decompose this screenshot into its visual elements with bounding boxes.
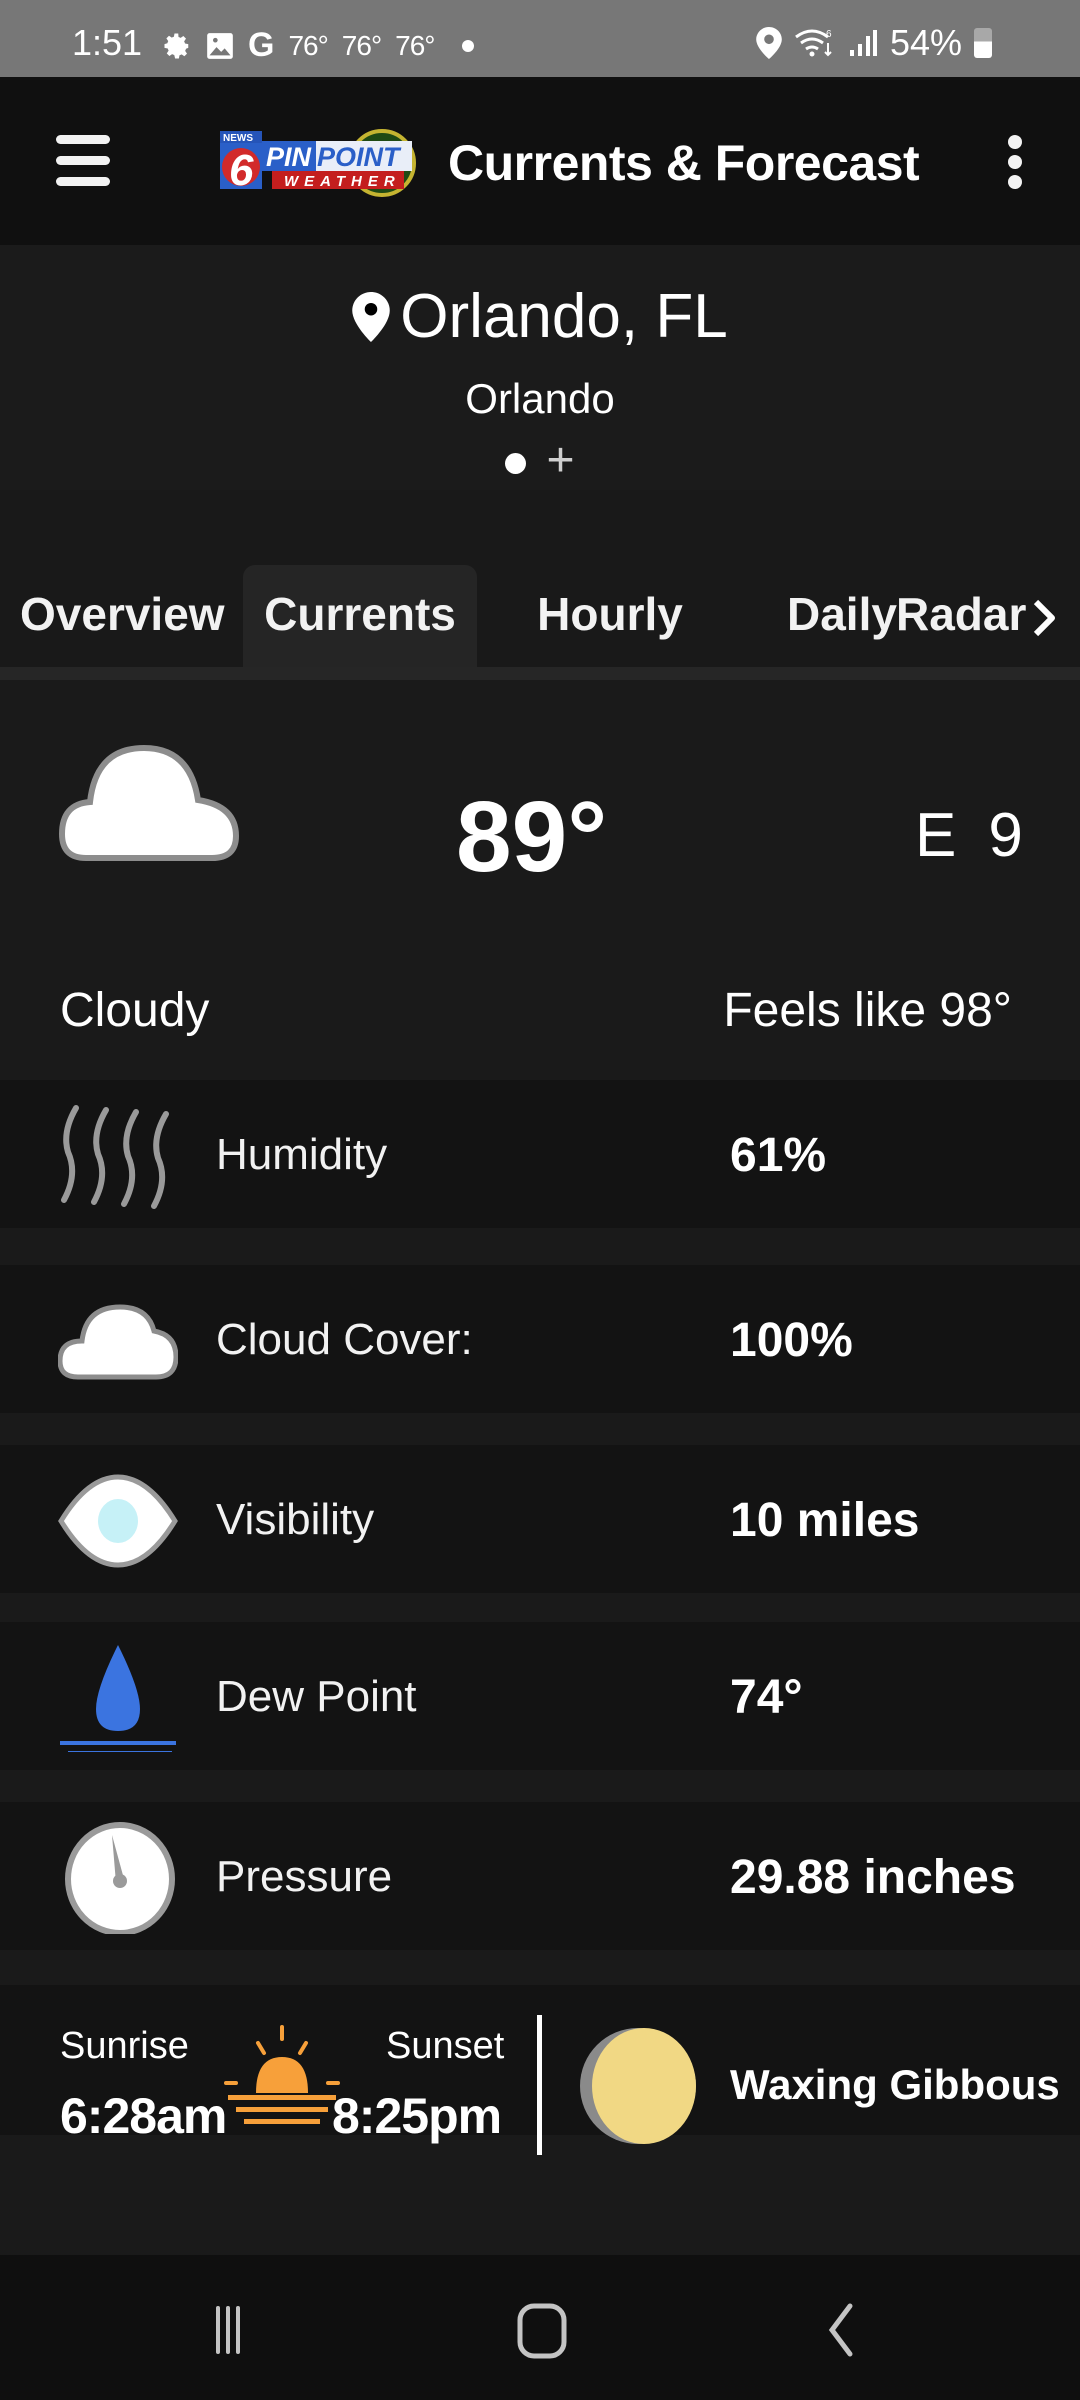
google-icon: G	[248, 26, 275, 64]
battery-icon	[974, 28, 992, 58]
detail-value: 10 miles	[730, 1494, 920, 1547]
tab-bar: Overview Currents Hourly Daily Radar	[0, 490, 1080, 667]
home-icon[interactable]	[502, 2300, 582, 2360]
svg-text:WEATHER: WEATHER	[284, 173, 401, 190]
tab-label: Hourly	[537, 588, 683, 640]
eye-icon	[58, 1474, 178, 1568]
current-conditions: 89° E9 Cloudy Feels like 98°	[0, 680, 1080, 1080]
sunrise-time: 6:28am	[60, 2088, 227, 2144]
sunrise-label: Sunrise	[60, 2025, 189, 2067]
location-pin-icon	[352, 291, 391, 342]
cloud-icon	[58, 1304, 178, 1380]
svg-text:6: 6	[826, 29, 832, 40]
system-nav-bar	[0, 2255, 1080, 2400]
sunset-icon	[224, 2025, 340, 2124]
add-location-button[interactable]: +	[546, 437, 574, 485]
cloud-icon	[58, 744, 240, 861]
detail-row-dew-point: Dew Point 74°	[0, 1622, 1080, 1770]
detail-label: Pressure	[216, 1852, 393, 1901]
current-temperature: 89°	[456, 781, 608, 893]
moon-phase-icon	[580, 2028, 696, 2144]
detail-value: 100%	[730, 1314, 853, 1367]
wifi-icon: 6	[795, 29, 832, 57]
more-vertical-icon[interactable]	[1004, 135, 1026, 189]
condition-text: Cloudy	[60, 984, 210, 1037]
feels-like: Feels like 98°	[723, 984, 1012, 1037]
back-icon[interactable]	[800, 2300, 880, 2360]
svg-text:PIN: PIN	[266, 142, 312, 172]
pinpoint-weather-logo: NEWS 6 PIN POINT WEATHER	[220, 129, 416, 197]
wind-speed: 9	[988, 801, 1027, 870]
tab-label: Radar	[896, 588, 1027, 640]
tab-label: Overview	[20, 588, 225, 640]
sunset-time: 8:25pm	[332, 2088, 502, 2144]
pager-dot-active[interactable]	[505, 452, 527, 474]
location-icon	[756, 27, 782, 59]
svg-text:POINT: POINT	[317, 142, 402, 172]
logo-news-text: NEWS	[223, 133, 253, 144]
wind-direction: E	[915, 801, 961, 870]
detail-row-cloud-cover: Cloud Cover: 100%	[0, 1265, 1080, 1413]
tab-hourly[interactable]: Hourly	[520, 565, 700, 667]
battery-percent: 54%	[889, 22, 962, 63]
dew-drop-icon	[60, 1645, 176, 1752]
wind: E9	[915, 800, 1027, 871]
status-temp-1: 76°	[288, 29, 328, 61]
detail-label: Visibility	[216, 1495, 375, 1544]
sun-moon-row: Sunrise 6:28am Sunset 8:25pm Waxing Gibb…	[0, 1985, 1080, 2155]
detail-row-visibility: Visibility 10 miles	[0, 1445, 1080, 1593]
status-bar: 1:51 G 76° 76° 76° 6 54%	[0, 0, 1080, 77]
humidity-icon	[61, 1105, 169, 1209]
location-selector[interactable]: Orlando, FL Orlando +	[0, 245, 1080, 490]
gauge-icon	[65, 1822, 175, 1934]
detail-row-humidity: Humidity 61%	[0, 1080, 1080, 1228]
location-title: Orlando, FL	[400, 282, 728, 351]
tab-underline	[0, 667, 1080, 680]
location-pager: +	[0, 437, 1080, 485]
status-temp-2: 76°	[341, 29, 382, 61]
moon-phase-label: Waxing Gibbous	[730, 2061, 1060, 2108]
status-left-icons: G 76° 76° 76°	[162, 26, 475, 65]
detail-value: 29.88 inches	[730, 1851, 1016, 1904]
image-icon	[207, 32, 233, 59]
chevron-right-icon[interactable]	[1030, 598, 1060, 638]
detail-row-pressure: Pressure 29.88 inches	[0, 1802, 1080, 1950]
tab-label: Currents	[264, 588, 456, 640]
detail-label: Cloud Cover:	[216, 1315, 473, 1364]
gear-icon	[164, 33, 189, 58]
notification-dot-icon	[462, 39, 475, 52]
app-header: NEWS 6 PIN POINT WEATHER Currents & Fore…	[0, 77, 1080, 245]
detail-value: 74°	[730, 1671, 803, 1724]
detail-label: Dew Point	[216, 1672, 417, 1721]
tab-daily[interactable]: Daily	[787, 565, 897, 667]
tab-overview[interactable]: Overview	[0, 565, 238, 667]
tab-label: Daily	[787, 588, 897, 640]
location-subtitle: Orlando	[465, 375, 615, 422]
detail-value: 61%	[730, 1129, 827, 1182]
status-temp-3: 76°	[395, 29, 435, 61]
signal-icon	[849, 30, 877, 56]
recent-apps-icon[interactable]	[200, 2300, 280, 2360]
header-title: Currents & Forecast	[448, 135, 920, 191]
divider	[537, 2015, 542, 2155]
tab-radar[interactable]: Radar	[896, 565, 1026, 667]
sunset-label: Sunset	[386, 2025, 505, 2067]
svg-text:6: 6	[229, 146, 254, 195]
tab-currents[interactable]: Currents	[243, 565, 477, 667]
status-time: 1:51	[72, 22, 143, 63]
status-right-icons: 6 54%	[756, 22, 992, 64]
hamburger-menu-icon[interactable]	[56, 135, 114, 187]
detail-label: Humidity	[216, 1130, 388, 1179]
